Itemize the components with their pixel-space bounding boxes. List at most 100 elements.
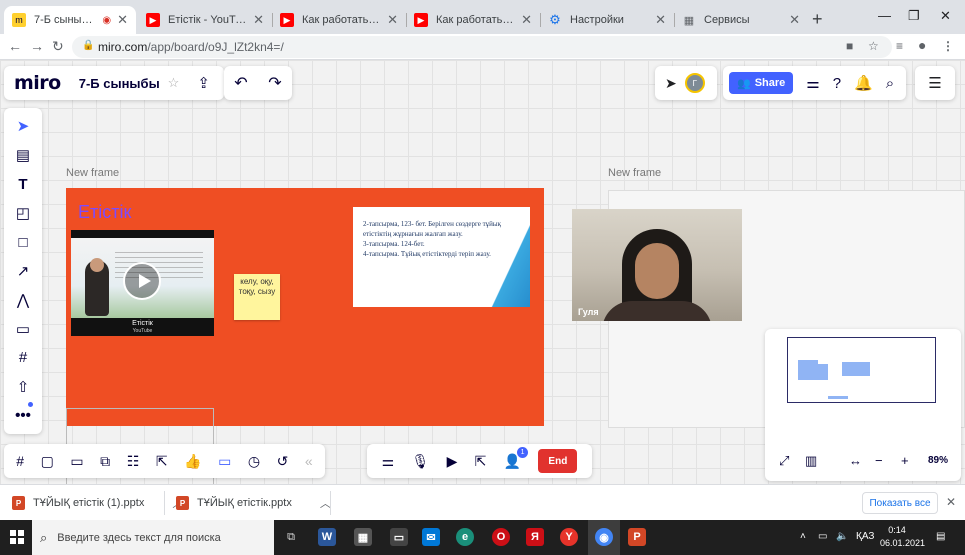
close-tab-icon[interactable]: ✕ [117,12,128,28]
taskbar-search-box[interactable]: ⌕ Введите здесь текст для поиска [32,520,274,555]
url-input[interactable]: 🔒 miro.com/app/board/o9J_lZt2kn4=/ [72,36,892,58]
keyboard-language[interactable]: ҚАЗ [856,531,874,542]
screen-share-icon[interactable]: ⧉ [100,453,110,470]
back-arrow-icon[interactable]: ← [8,38,22,54]
timer-icon[interactable]: ◷ [248,453,260,470]
comment-icon[interactable]: ▭ [8,317,38,341]
tab-settings[interactable]: ⚙ Настройки ✕ [540,6,674,34]
download-item[interactable]: P ТҰЙЫҚ етістік.pptx ︿ [176,495,331,511]
shape-tool-icon[interactable]: □ [8,230,38,254]
help-icon[interactable]: ? [833,75,841,92]
miro-board-canvas[interactable]: miro 7-Б сыныбы ☆ ⇪ ↶ ↷ ➤ Г 👥 Share ⚌ ? … [0,60,965,484]
frame-title-text[interactable]: Етістік [78,202,131,223]
yandex-icon[interactable]: Я [526,528,544,546]
bookmark-star-icon[interactable]: ☆ [868,39,879,53]
frames-icon[interactable]: # [16,453,24,469]
zoom-level[interactable]: 89% [928,455,948,466]
fullscreen-icon[interactable]: ⤢ [779,453,789,469]
sticky-note[interactable]: келу, оқу, тоқу, сызу [234,274,280,320]
end-call-button[interactable]: End [538,449,578,473]
powerpoint-icon[interactable]: P [628,528,646,546]
tab-youtube-miro[interactable]: ▶ Как работать с Miro M ✕ [272,6,406,34]
show-all-downloads-button[interactable]: Показать все [862,492,938,514]
close-tab-icon[interactable]: ✕ [387,12,398,28]
cards-icon[interactable]: ☷ [127,453,140,470]
explorer-icon[interactable]: ▭ [390,528,408,546]
board-menu-button[interactable]: ☰ [915,66,955,100]
word-icon[interactable]: W [318,528,336,546]
restore-window-button[interactable]: ❐ [908,8,920,24]
download-item[interactable]: P ТҰЙЫҚ етістік (1).pptx ︿ [12,495,183,511]
yandex-browser-icon[interactable]: Y [560,528,578,546]
close-tab-icon[interactable]: ✕ [655,12,666,28]
text-tool-icon[interactable]: T [8,172,38,196]
camera-in-use-icon[interactable]: ■ [846,39,853,53]
share-button[interactable]: 👥 Share [729,72,794,94]
tab-youtube-etistik[interactable]: ▶ Етістік - YouTube ✕ [138,6,272,34]
connection-line-icon[interactable]: ↗ [8,259,38,283]
minimap-viewport[interactable] [787,337,936,403]
frame-main[interactable]: Етістік Етістік YouTube келу, оқу, тоқу,… [66,188,544,426]
select-cursor-icon[interactable]: ➤ [8,114,38,138]
volume-icon[interactable]: 🔈 [836,531,848,542]
close-tab-icon[interactable]: ✕ [253,12,264,28]
frame-tool-icon[interactable]: # [8,346,38,370]
search-icon[interactable]: ⌕ [886,75,894,92]
history-icon[interactable]: ↺ [277,453,289,470]
video-chat-icon[interactable]: ▭ [218,453,231,470]
close-tab-icon[interactable]: ✕ [789,12,800,28]
mail-icon[interactable]: ✉ [422,528,440,546]
voting-icon[interactable]: 👍 [184,453,201,470]
frame-label-right[interactable]: New frame [608,167,661,179]
collapse-icon[interactable]: « [305,453,313,469]
cursor-flag-icon[interactable]: ➤ [665,75,677,92]
fit-to-screen-icon[interactable]: ↔ [849,453,862,468]
settings-sliders-icon[interactable]: ⚌ [806,74,819,92]
frame-label-left[interactable]: New frame [66,167,119,179]
reload-icon[interactable]: ↻ [52,38,64,55]
more-tools-icon[interactable]: ••• [8,404,38,428]
pen-tool-icon[interactable]: ⋀ [8,288,38,312]
camera-icon[interactable]: ▶ [447,453,458,470]
profile-icon[interactable]: ● [918,37,926,53]
forward-arrow-icon[interactable]: → [30,38,44,54]
tab-services[interactable]: ▦ Сервисы ✕ [674,6,808,34]
templates-icon[interactable]: ▤ [8,143,38,167]
network-icon[interactable]: ▭ [818,531,827,542]
tab-youtube-online[interactable]: ▶ Как работать с онлайн ✕ [406,6,540,34]
taskbar-clock[interactable]: 0:14 06.01.2021 [880,524,925,550]
export-icon[interactable]: ⇱ [156,453,168,470]
webcam-video-tile[interactable]: Гуля [572,209,742,321]
video-embed[interactable]: Етістік YouTube [71,230,214,336]
upload-file-icon[interactable]: ⇧ [8,375,38,399]
tab-miro-board[interactable]: m 7-Б сыныбы, Online ◉ ✕ [4,6,136,34]
windows-start-icon[interactable] [10,530,24,544]
map-icon[interactable]: ▥ [805,453,817,469]
call-settings-icon[interactable]: ⚌ [382,453,395,470]
browser-menu-icon[interactable]: ⋮ [942,39,954,53]
notifications-icon[interactable]: ▤ [936,531,945,542]
new-tab-button[interactable]: + [812,9,823,30]
reading-list-icon[interactable]: ≡ [896,39,903,53]
tray-overflow-icon[interactable]: ˄ [800,531,806,542]
comments-icon[interactable]: ▭ [70,453,83,470]
microphone-icon[interactable]: 🎙 [412,453,430,470]
board-name[interactable]: 7-Б сыныбы [79,76,160,91]
avatar[interactable]: Г [684,73,705,93]
sticky-note-icon[interactable]: ◰ [8,201,38,225]
task-view-icon[interactable]: ⧉ [282,528,300,546]
star-icon[interactable]: ☆ [168,75,180,91]
close-tab-icon[interactable]: ✕ [521,12,532,28]
close-window-button[interactable]: ✕ [940,8,951,24]
redo-icon[interactable]: ↷ [268,73,281,93]
edge-icon[interactable]: e [456,528,474,546]
zoom-in-icon[interactable]: + [901,453,909,468]
slide-image[interactable]: 2-тапсырма, 123- бет. Берілген сөздерге … [353,207,530,307]
opera-icon[interactable]: O [492,528,510,546]
chrome-icon[interactable]: ◉ [595,528,613,546]
play-icon[interactable] [123,262,161,300]
share-screen-icon[interactable]: ⇱ [475,453,487,470]
close-downloads-icon[interactable]: ✕ [946,495,956,509]
notifications-bell-icon[interactable]: 🔔 [854,74,873,92]
miro-logo[interactable]: miro [14,72,61,94]
